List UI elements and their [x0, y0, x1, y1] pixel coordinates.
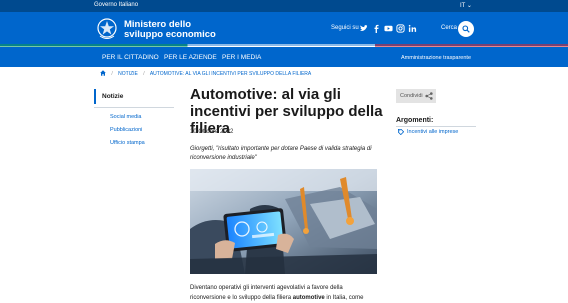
sidebar-item-pubblicazioni[interactable]: Pubblicazioni	[110, 127, 142, 133]
body-bold: automotive	[292, 295, 325, 301]
nav-item-aziende[interactable]: PER LE AZIENDE	[164, 54, 217, 61]
search-icon	[462, 25, 470, 33]
twitter-icon[interactable]	[359, 24, 368, 33]
factory-tablet-illustration	[190, 169, 377, 274]
search-label: Cerca	[441, 25, 458, 31]
sidebar-menu: Notizie Social media Pubblicazioni Uffic…	[94, 89, 174, 146]
breadcrumb-news[interactable]: NOTIZIE	[118, 71, 138, 77]
facebook-icon[interactable]	[372, 24, 381, 33]
article-date: 10 Ottobre 2022	[190, 129, 234, 135]
sidebar-item-notizie[interactable]: Notizie	[94, 89, 174, 104]
follow-label: Seguici su	[331, 25, 359, 31]
breadcrumb: / NOTIZIE / AUTOMOTIVE: AL VIA GLI INCEN…	[100, 70, 315, 77]
instagram-icon[interactable]	[396, 24, 405, 33]
breadcrumb-separator: /	[111, 71, 113, 77]
nav-item-cittadino[interactable]: PER IL CITTADINO	[102, 54, 159, 61]
emblem-logo[interactable]	[96, 17, 118, 41]
youtube-icon[interactable]	[384, 24, 393, 33]
linkedin-icon[interactable]	[408, 24, 417, 33]
top-bar: Governo Italiano IT ⌄	[0, 0, 568, 12]
main-navigation: PER IL CITTADINO PER LE AZIENDE PER I ME…	[0, 47, 568, 67]
site-header: Ministero dello sviluppo economico Segui…	[0, 12, 568, 46]
government-link[interactable]: Governo Italiano	[94, 2, 138, 8]
arguments-title: Argomenti:	[396, 117, 434, 124]
nav-item-media[interactable]: PER I MEDIA	[222, 54, 261, 61]
tag-icon	[398, 129, 404, 135]
share-icon	[425, 92, 433, 100]
search-button[interactable]	[458, 21, 474, 37]
article-image	[190, 169, 377, 274]
article-body: Diventano operativi gli interventi agevo…	[190, 285, 364, 301]
language-selector[interactable]: IT ⌄	[460, 2, 472, 9]
sidebar-item-social-media[interactable]: Social media	[110, 114, 142, 120]
breadcrumb-current: AUTOMOTIVE: AL VIA GLI INCENTIVI PER SVI…	[149, 71, 312, 77]
sidebar-divider	[94, 107, 174, 108]
share-label: Condividi	[400, 93, 423, 99]
argument-link[interactable]: Incentivi alle imprese	[407, 129, 458, 135]
chevron-down-icon: ⌄	[466, 3, 472, 9]
arguments-divider	[396, 126, 476, 127]
transparency-link[interactable]: Amministrazione trasparente	[401, 55, 471, 61]
ministry-name[interactable]: Ministero dello sviluppo economico	[124, 20, 216, 40]
article-subtitle: Giorgetti, "risultato importante per dot…	[190, 146, 372, 161]
share-button[interactable]: Condividi	[396, 89, 436, 103]
sidebar-item-ufficio-stampa[interactable]: Ufficio stampa	[110, 140, 145, 146]
home-icon[interactable]	[100, 70, 106, 76]
breadcrumb-separator: /	[143, 71, 145, 77]
